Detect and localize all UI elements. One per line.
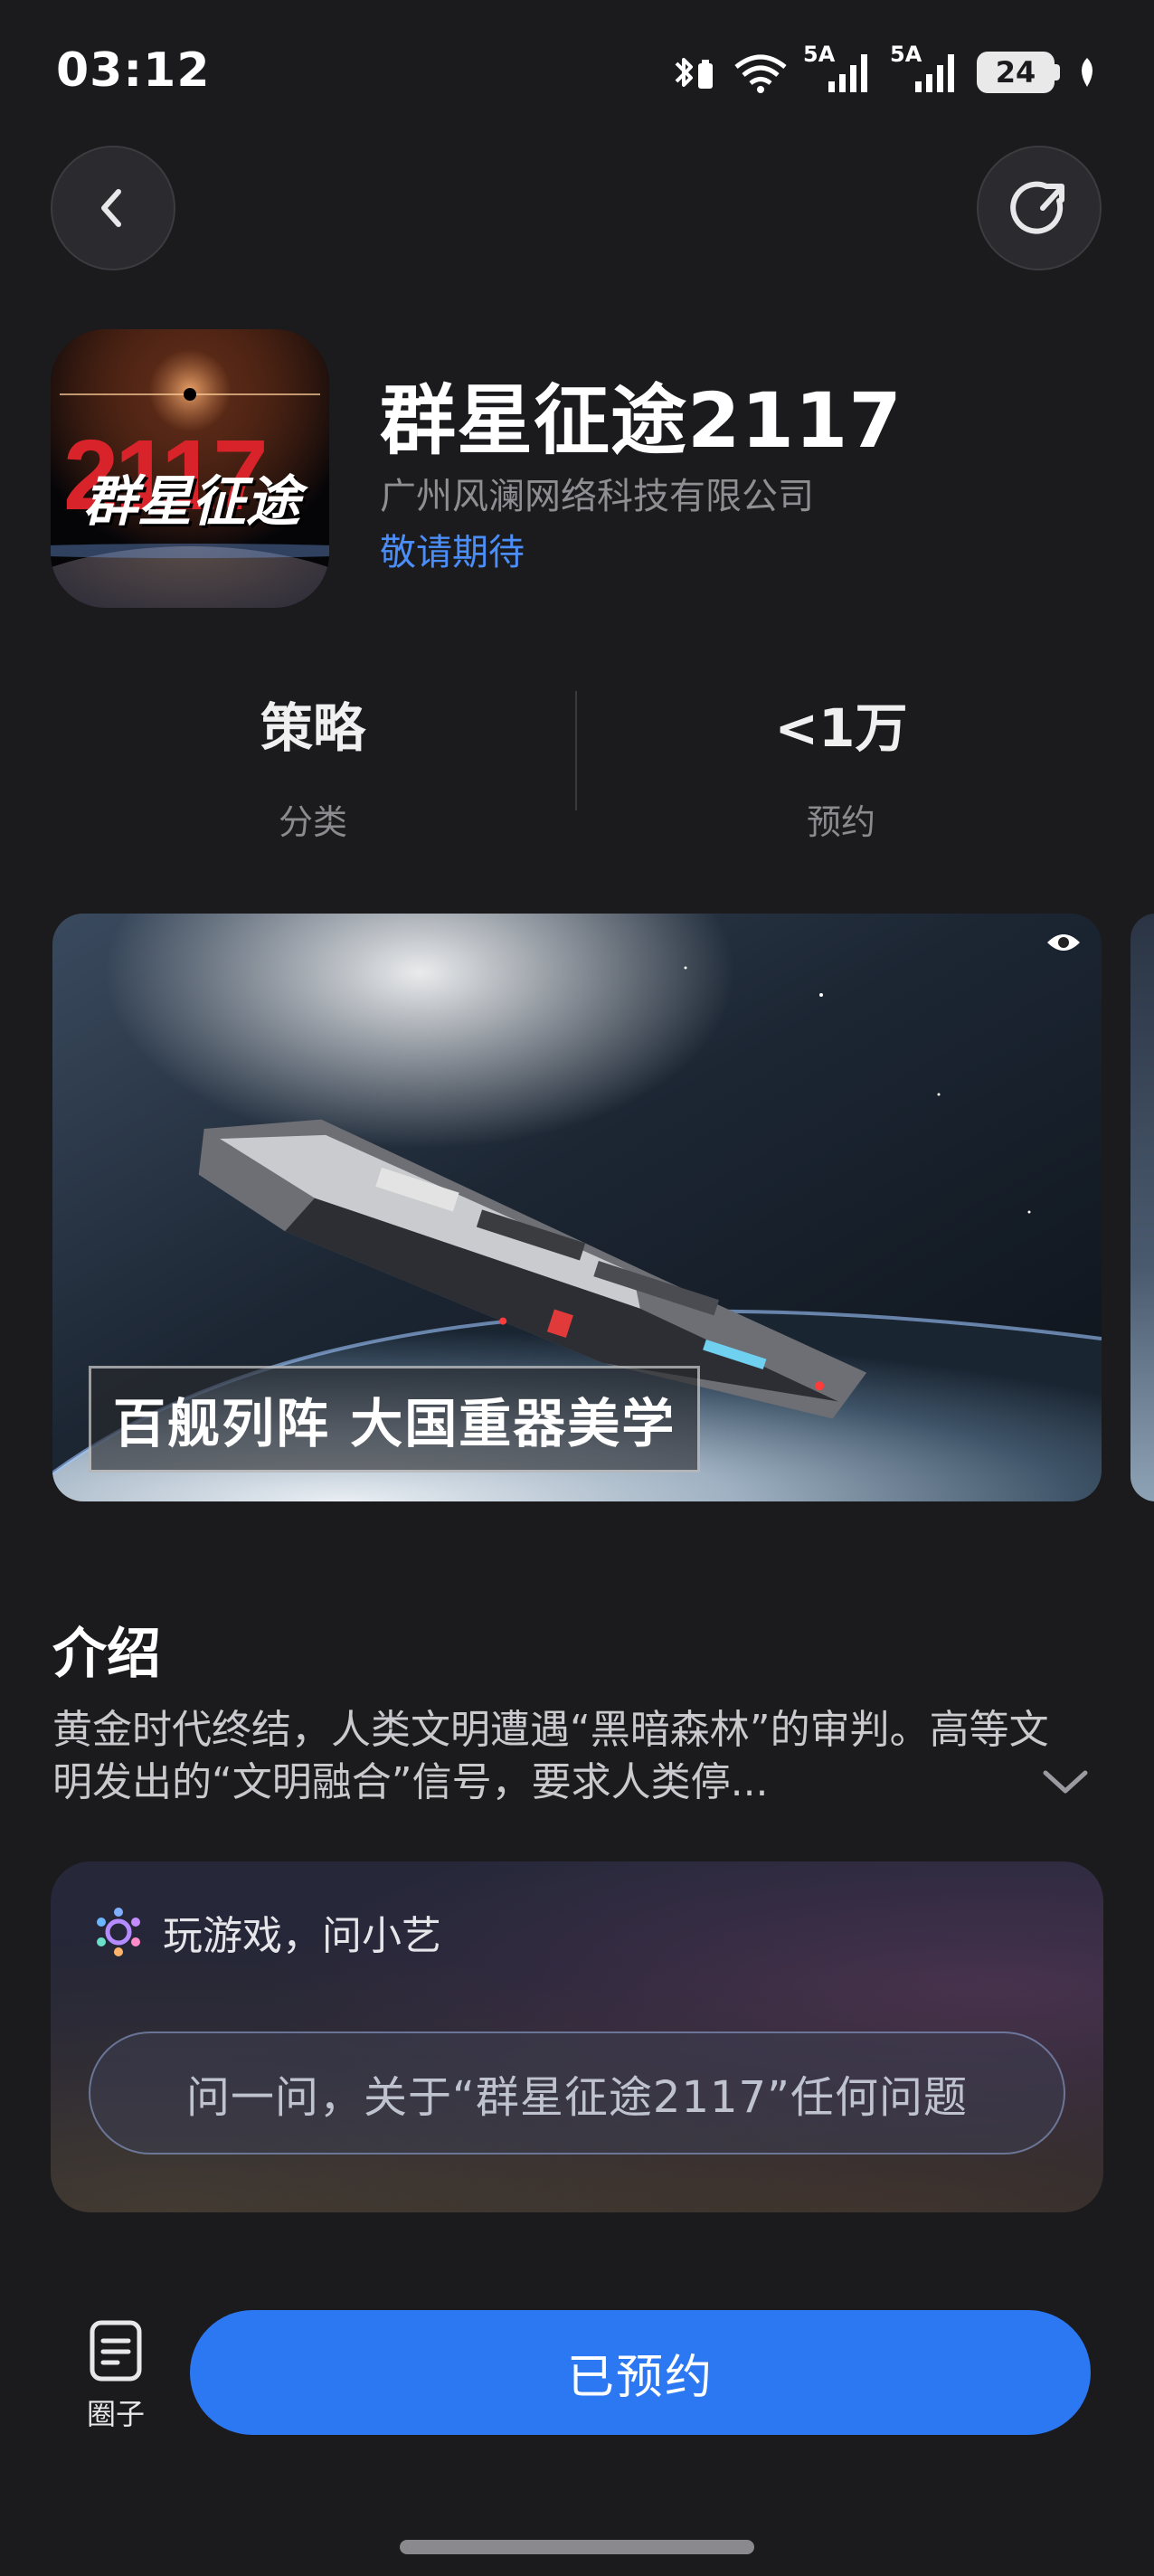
next-screenshot-peek[interactable] — [1130, 914, 1154, 1501]
ai-question-input[interactable]: 问一问，关于“群星征途2117”任何问题 — [89, 2031, 1065, 2155]
share-button[interactable] — [977, 146, 1102, 270]
screenshot-image[interactable]: 百舰列阵 大国重器美学 — [52, 914, 1102, 1501]
signal-5a-icon: 5A — [803, 42, 875, 98]
app-icon: 2117 群星征途 — [51, 329, 329, 608]
stat-value: 策略 — [260, 697, 365, 759]
signal-5a-icon-2: 5A — [890, 42, 962, 98]
stat-category: 策略 分类 — [51, 686, 575, 844]
share-icon — [1010, 181, 1064, 234]
stat-label: 预约 — [806, 802, 875, 842]
document-icon — [90, 2320, 142, 2382]
status-time: 03:12 — [56, 43, 211, 98]
stat-value: <1万 — [774, 697, 908, 759]
developer-name[interactable]: 广州风澜网络科技有限公司 — [380, 467, 814, 519]
screenshot-caption: 百舰列阵 大国重器美学 — [89, 1366, 701, 1473]
status-icons: 5A 5A 24 — [667, 42, 1100, 98]
circle-label: 圈子 — [86, 2397, 145, 2431]
app-icon-title: 群星征途 — [83, 470, 300, 534]
ai-title: 玩游戏，问小艺 — [163, 1913, 441, 1959]
chevron-left-icon — [101, 189, 121, 227]
home-indicator[interactable] — [400, 2540, 754, 2554]
release-status: 敬请期待 — [380, 532, 525, 573]
intro-text: 黄金时代终结，人类文明遭遇“黑暗森林”的审判。高等文明发出的“文明融合”信号，要… — [52, 1707, 1049, 1805]
bluetooth-icon — [675, 58, 713, 89]
wifi-icon — [734, 54, 787, 93]
xiaoyi-icon — [97, 1908, 140, 1956]
ai-header: 玩游戏，问小艺 — [90, 1903, 441, 1961]
intro-title: 介绍 — [52, 1623, 161, 1686]
leaf-icon — [1082, 58, 1093, 87]
divider — [575, 691, 577, 810]
reserved-button[interactable]: 已预约 — [190, 2310, 1091, 2435]
eye-icon — [1047, 934, 1080, 951]
back-button[interactable] — [51, 146, 175, 270]
circle-button[interactable]: 圈子 — [71, 2319, 161, 2433]
battery-icon: 24 — [977, 52, 1060, 93]
app-name: 群星征途2117 — [380, 376, 903, 465]
chevron-down-icon[interactable] — [1040, 1764, 1091, 1800]
stat-reservations: <1万 预约 — [579, 686, 1103, 844]
stat-label: 分类 — [278, 802, 347, 842]
ai-assistant-card: 玩游戏，问小艺 问一问，关于“群星征途2117”任何问题 — [51, 1861, 1103, 2212]
status-bar: 03:12 5A 5A 24 — [0, 0, 1154, 136]
